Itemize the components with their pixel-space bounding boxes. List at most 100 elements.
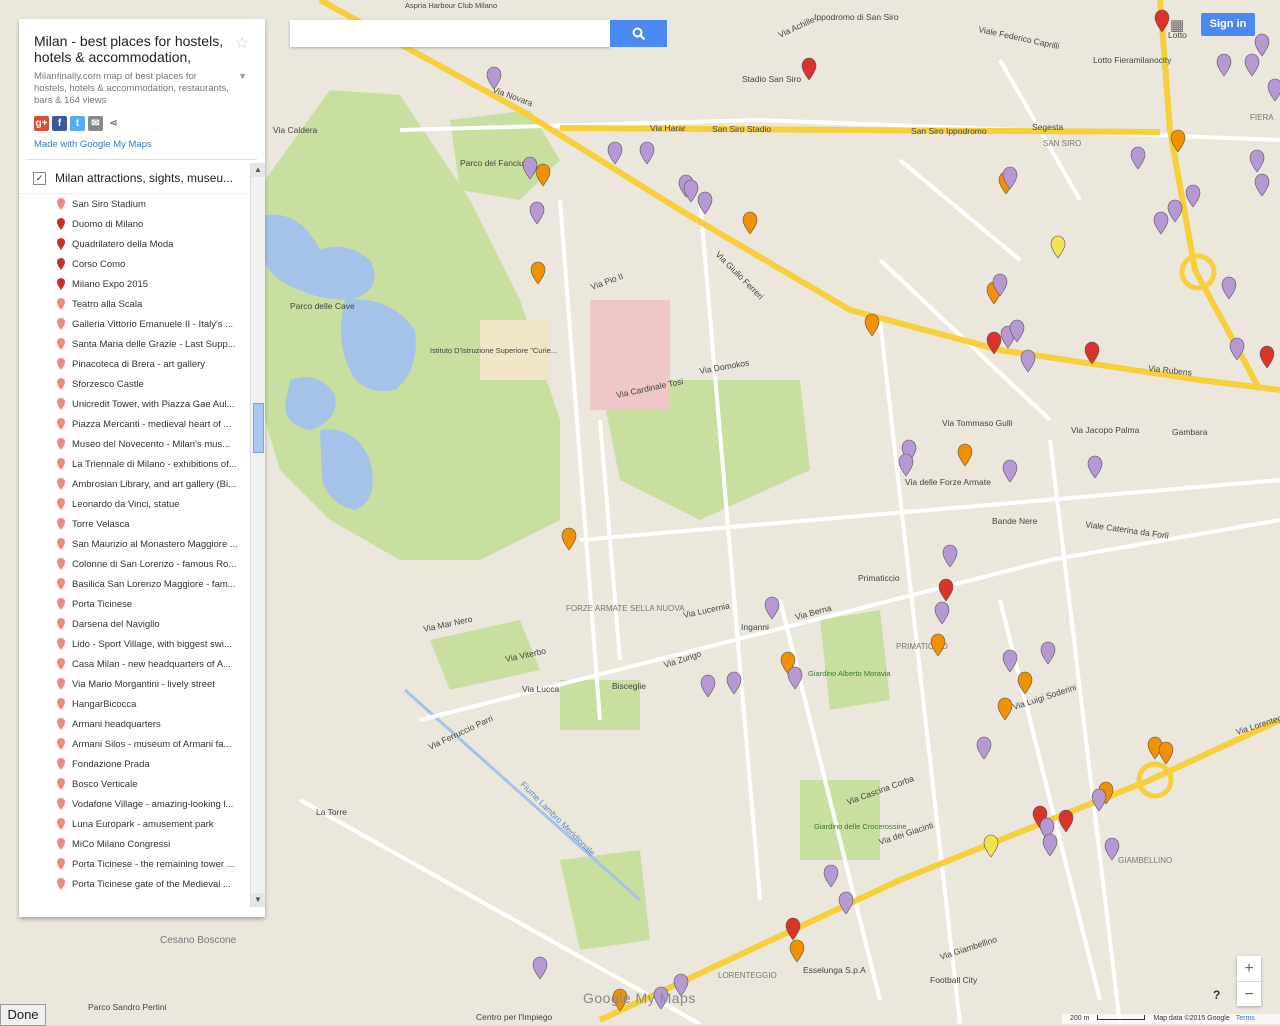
place-name: Sforzesco Castle	[72, 378, 144, 390]
list-item[interactable]: Fondazione Prada	[19, 754, 253, 774]
street-label: Via Jacopo Palma	[1071, 425, 1140, 435]
list-item[interactable]: Porta Ticinese - the remaining tower ...	[19, 854, 253, 874]
marker-icon	[57, 758, 65, 770]
list-item[interactable]: Museo del Novecento - Milan's mus...	[19, 434, 253, 454]
list-item[interactable]: Luna Europark - amusement park	[19, 814, 253, 834]
marker-icon	[57, 198, 65, 210]
marker-icon	[57, 218, 65, 230]
panel-header: Milan - best places for hostels, hotels …	[19, 19, 265, 159]
place-name: Teatro alla Scala	[72, 298, 143, 310]
place-label: LORENTEGGIO	[718, 971, 777, 980]
list-item[interactable]: Basilica San Lorenzo Maggiore - fam...	[19, 574, 253, 594]
list-item[interactable]: Darsena del Naviglio	[19, 614, 253, 634]
scale-label: 200 m	[1070, 1015, 1090, 1022]
map-title: Milan - best places for hostels, hotels …	[34, 33, 224, 65]
list-item[interactable]: Duomo di Milano	[19, 214, 253, 234]
google-plus-icon[interactable]: g+	[34, 116, 49, 131]
sign-in-button[interactable]: Sign in	[1201, 13, 1255, 36]
list-item[interactable]: Unicredit Tower, with Piazza Gae Aul...	[19, 394, 253, 414]
list-item[interactable]: Santa Maria delle Grazie - Last Supp...	[19, 334, 253, 354]
place-list: San Siro Stadium Duomo di Milano Quadrilat…	[19, 194, 265, 894]
done-button[interactable]: Done	[0, 1004, 46, 1026]
list-item[interactable]: Quadrilatero della Moda	[19, 234, 253, 254]
list-item[interactable]: Armani headquarters	[19, 714, 253, 734]
list-item[interactable]: Milano Expo 2015	[19, 274, 253, 294]
scroll-down-icon[interactable]: ▼	[251, 893, 265, 907]
list-item[interactable]: Casa Milan - new headquarters of A...	[19, 654, 253, 674]
marker-icon	[57, 858, 65, 870]
star-icon[interactable]: ☆	[235, 33, 249, 53]
marker-icon	[57, 798, 65, 810]
list-item[interactable]: Sforzesco Castle	[19, 374, 253, 394]
place-label: Football City	[930, 975, 978, 985]
place-name: Porta Ticinese	[72, 598, 133, 610]
email-icon[interactable]: ✉	[88, 116, 103, 131]
list-item[interactable]: Porta Ticinese	[19, 594, 253, 614]
facebook-icon[interactable]: f	[52, 116, 67, 131]
marker-icon	[57, 558, 65, 570]
marker-icon	[57, 378, 65, 390]
list-item[interactable]: San Maurizio al Monastero Maggiore ...	[19, 534, 253, 554]
list-item[interactable]: Piazza Mercanti - medieval heart of ...	[19, 414, 253, 434]
street-label: Via Harar	[650, 123, 686, 133]
list-item[interactable]: Galleria Vittorio Emanuele II - Italy's …	[19, 314, 253, 334]
list-item[interactable]: Leonardo da Vinci, statue	[19, 494, 253, 514]
map-side-panel: Milan - best places for hostels, hotels …	[19, 19, 265, 917]
layer-header[interactable]: ✓ Milan attractions, sights, museu...	[19, 163, 265, 194]
list-item[interactable]: Ambrosian Library, and art gallery (Bi..…	[19, 474, 253, 494]
place-label: FORZE ARMATE SELLA NUOVA	[566, 604, 685, 613]
marker-icon	[57, 718, 65, 730]
share-icon[interactable]: ⋖	[106, 116, 121, 131]
marker-icon	[57, 438, 65, 450]
list-item[interactable]: Armani Silos - museum of Armani fa...	[19, 734, 253, 754]
layer-name: Milan attractions, sights, museu...	[55, 171, 234, 185]
place-label: Primaticcio	[858, 573, 900, 583]
search-input[interactable]	[290, 20, 610, 47]
list-item[interactable]: Via Mario Morgantini - lively street	[19, 674, 253, 694]
list-item[interactable]: Corso Como	[19, 254, 253, 274]
list-item[interactable]: Torre Velasca	[19, 514, 253, 534]
place-label: San Siro Ippodromo	[911, 126, 987, 136]
place-name: Santa Maria delle Grazie - Last Supp...	[72, 338, 236, 350]
list-item[interactable]: Lido - Sport Village, with biggest swi..…	[19, 634, 253, 654]
help-icon[interactable]: ?	[1213, 988, 1220, 1002]
layer-checkbox[interactable]: ✓	[33, 171, 46, 185]
scroll-thumb[interactable]	[253, 403, 264, 453]
place-name: Duomo di Milano	[72, 218, 144, 230]
marker-icon	[57, 398, 65, 410]
place-name: Torre Velasca	[72, 518, 130, 530]
marker-icon	[57, 818, 65, 830]
place-name: Bosco Verticale	[72, 778, 138, 790]
chevron-down-icon[interactable]: ▼	[238, 71, 247, 81]
marker-icon	[57, 738, 65, 750]
list-item[interactable]: Teatro alla Scala	[19, 294, 253, 314]
marker-icon	[57, 298, 65, 310]
list-item[interactable]: Colonne di San Lorenzo - famous Ro...	[19, 554, 253, 574]
list-item[interactable]: HangarBicocca	[19, 694, 253, 714]
panel-scrollbar[interactable]: ▲ ▼	[250, 163, 265, 907]
list-item[interactable]: Pinacoteca di Brera - art gallery	[19, 354, 253, 374]
place-name: Colonne di San Lorenzo - famous Ro...	[72, 558, 237, 570]
list-item[interactable]: Bosco Verticale	[19, 774, 253, 794]
street-label: Via Tommaso Gulli	[942, 418, 1013, 428]
marker-icon	[57, 418, 65, 430]
list-item[interactable]: Porta Ticinese gate of the Medieval ...	[19, 874, 253, 894]
zoom-in-button[interactable]: +	[1237, 956, 1261, 982]
search-button[interactable]	[610, 20, 667, 47]
marker-icon	[57, 358, 65, 370]
place-name: Darsena del Naviglio	[72, 618, 160, 630]
terms-link[interactable]: Terms	[1236, 1015, 1255, 1022]
zoom-out-button[interactable]: −	[1237, 982, 1261, 1007]
twitter-icon[interactable]: t	[70, 116, 85, 131]
place-label: Cesano Boscone	[160, 935, 237, 946]
place-label: GIAMBELLINO	[1118, 856, 1172, 865]
place-name: Via Mario Morgantini - lively street	[72, 678, 215, 690]
place-name: Luna Europark - amusement park	[72, 818, 214, 830]
list-item[interactable]: San Siro Stadium	[19, 194, 253, 214]
list-item[interactable]: La Triennale di Milano - exhibitions of.…	[19, 454, 253, 474]
list-item[interactable]: MiCo Milano Congressi	[19, 834, 253, 854]
apps-grid-icon[interactable]: ▦	[1170, 16, 1184, 34]
made-with-link[interactable]: Made with Google My Maps	[34, 139, 250, 150]
list-item[interactable]: Vodafone Village - amazing-looking l...	[19, 794, 253, 814]
scroll-up-icon[interactable]: ▲	[251, 163, 265, 177]
